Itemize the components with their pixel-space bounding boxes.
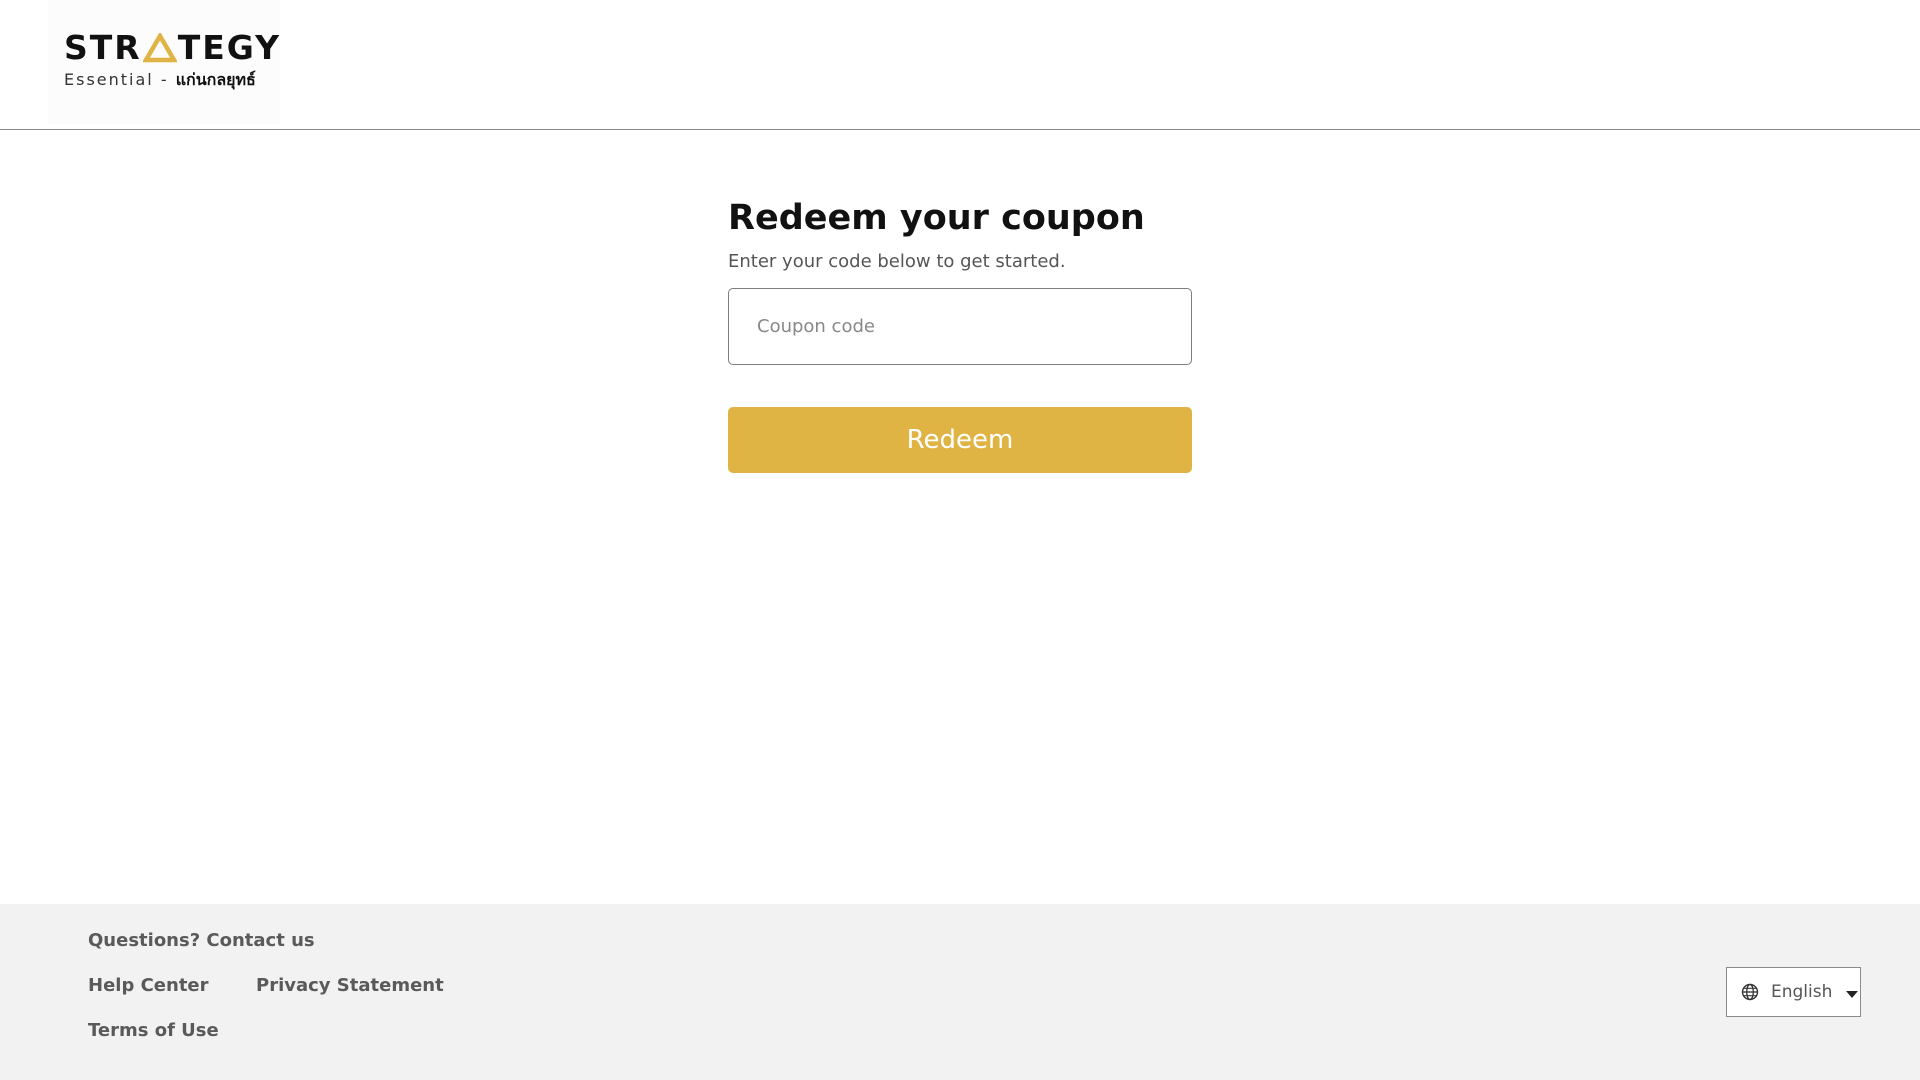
logo-wordmark: STR TEGY <box>64 31 281 64</box>
logo-tagline-en: Essential - <box>64 70 176 89</box>
coupon-code-input[interactable] <box>728 288 1192 365</box>
site-header: STR TEGY Essential - แก่นกลยุทธ์ <box>0 0 1920 130</box>
help-center-link[interactable]: Help Center <box>88 975 209 996</box>
privacy-statement-link[interactable]: Privacy Statement <box>256 975 444 996</box>
language-selected-label: English <box>1771 982 1833 1002</box>
logo-tagline-th: แก่นกลยุทธ์ <box>175 70 256 89</box>
terms-of-use-link[interactable]: Terms of Use <box>88 1020 219 1041</box>
logo-tagline: Essential - แก่นกลยุทธ์ <box>64 68 256 93</box>
globe-icon <box>1741 983 1759 1001</box>
page-subtitle: Enter your code below to get started. <box>728 251 1066 272</box>
contact-us-link[interactable]: Questions? Contact us <box>88 930 315 951</box>
redeem-panel: Redeem your coupon Enter your code below… <box>728 196 1192 473</box>
redeem-button[interactable]: Redeem <box>728 407 1192 473</box>
site-footer: Questions? Contact us Help Center Privac… <box>0 904 1920 1080</box>
logo-triangle-icon <box>142 32 177 62</box>
page-title: Redeem your coupon <box>728 198 1145 238</box>
strategy-logo[interactable]: STR TEGY Essential - แก่นกลยุทธ์ <box>48 0 280 124</box>
page: STR TEGY Essential - แก่นกลยุทธ์ Redeem … <box>0 0 1920 1080</box>
logo-wordmark-right: TEGY <box>177 28 282 67</box>
language-selector[interactable]: English <box>1726 967 1861 1017</box>
chevron-down-icon <box>1846 991 1859 998</box>
logo-wordmark-left: STR <box>64 28 142 67</box>
